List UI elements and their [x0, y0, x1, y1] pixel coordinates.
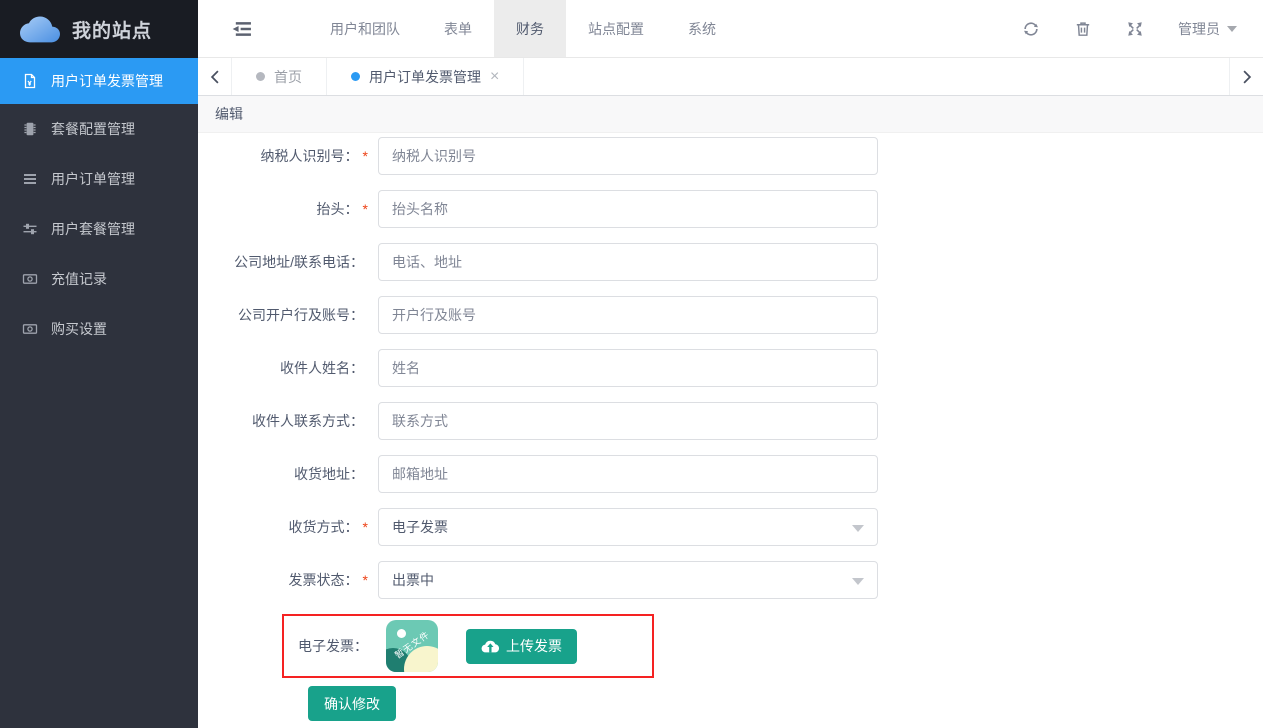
- topbar-actions: 管理员: [1022, 0, 1263, 57]
- bank-account-input[interactable]: [378, 296, 878, 334]
- field-label: 公司开户行及账号：: [238, 305, 364, 325]
- tab-scroll-right-icon[interactable]: [1229, 58, 1263, 95]
- page-title: 编辑: [215, 104, 243, 124]
- form-row-bank-account: 公司开户行及账号：: [198, 296, 1263, 334]
- breadcrumb: 编辑: [198, 96, 1263, 133]
- package-config-icon: [22, 121, 38, 137]
- tab-scroll-left-icon[interactable]: [198, 58, 232, 95]
- top-nav-system[interactable]: 系统: [666, 0, 738, 57]
- topbar: 用户和团队 表单 财务 站点配置 系统: [198, 0, 1263, 58]
- invoice-title-input[interactable]: [378, 190, 878, 228]
- cloud-logo-icon: [20, 15, 60, 43]
- form-row-invoice-title: 抬头：*: [198, 190, 1263, 228]
- edit-form: 纳税人识别号：* 抬头：* 公司地址/联系电话： 公司开户行及账号： 收件人姓名…: [198, 133, 1263, 728]
- field-label: 收件人联系方式：: [252, 411, 364, 431]
- tab-status-dot: [351, 72, 360, 81]
- top-nav-site-config[interactable]: 站点配置: [566, 0, 666, 57]
- delivery-method-select[interactable]: 电子发票: [378, 508, 878, 546]
- company-address-input[interactable]: [378, 243, 878, 281]
- recipient-name-input[interactable]: [378, 349, 878, 387]
- form-row-company-address: 公司地址/联系电话：: [198, 243, 1263, 281]
- confirm-changes-button[interactable]: 确认修改: [308, 686, 396, 721]
- top-nav: 用户和团队 表单 财务 站点配置 系统: [308, 0, 738, 57]
- form-row-delivery-address: 收货地址：: [198, 455, 1263, 493]
- site-logo[interactable]: 我的站点: [0, 0, 198, 58]
- sidebar-item-recharge-records[interactable]: 充值记录: [0, 254, 198, 304]
- tabbar: 首页 用户订单发票管理 ×: [198, 58, 1263, 96]
- invoice-file-thumbnail[interactable]: 暂无文件: [386, 620, 438, 672]
- main-area: 用户和团队 表单 财务 站点配置 系统: [198, 0, 1263, 728]
- top-nav-forms[interactable]: 表单: [422, 0, 494, 57]
- chevron-down-icon: [1227, 26, 1237, 32]
- form-row-delivery-method: 收货方式：* 电子发票: [198, 508, 1263, 546]
- sidebar-item-label: 充值记录: [51, 269, 107, 289]
- required-mark: *: [363, 572, 368, 588]
- field-label: 纳税人识别号：: [261, 146, 359, 166]
- sidebar-collapse-icon[interactable]: [216, 0, 268, 57]
- sidebar-menu: 用户订单发票管理 套餐配置管理: [0, 58, 198, 354]
- form-row-invoice-status: 发票状态：* 出票中: [198, 561, 1263, 599]
- taxpayer-id-input[interactable]: [378, 137, 878, 175]
- site-title: 我的站点: [72, 16, 152, 43]
- select-value: 出票中: [392, 570, 434, 590]
- tab-label: 首页: [274, 67, 302, 87]
- field-label: 发票状态：: [289, 570, 359, 590]
- sidebar-item-purchase-settings[interactable]: 购买设置: [0, 304, 198, 354]
- sidebar-item-label: 用户套餐管理: [51, 219, 135, 239]
- recipient-contact-input[interactable]: [378, 402, 878, 440]
- top-nav-users-teams[interactable]: 用户和团队: [308, 0, 422, 57]
- invoice-file-icon: [22, 73, 38, 89]
- order-list-icon: [22, 171, 38, 187]
- tab-status-dot: [256, 72, 265, 81]
- sidebar-item-label: 套餐配置管理: [51, 119, 135, 139]
- sliders-icon: [22, 221, 38, 237]
- field-label: 电子发票：: [292, 636, 368, 656]
- upload-invoice-button[interactable]: 上传发票: [466, 629, 577, 664]
- required-mark: *: [363, 519, 368, 535]
- field-label: 收货地址：: [294, 464, 364, 484]
- upload-button-label: 上传发票: [506, 636, 562, 656]
- sidebar: 我的站点 用户订单发票管理: [0, 0, 198, 728]
- sidebar-item-invoice-management[interactable]: 用户订单发票管理: [0, 58, 198, 104]
- sidebar-item-label: 用户订单发票管理: [51, 71, 163, 91]
- cloud-upload-icon: [481, 639, 499, 653]
- top-nav-finance[interactable]: 财务: [494, 0, 566, 57]
- banknote-icon: [22, 321, 38, 337]
- sidebar-item-order-management[interactable]: 用户订单管理: [0, 154, 198, 204]
- select-value: 电子发票: [392, 517, 448, 537]
- refresh-icon[interactable]: [1022, 20, 1040, 38]
- sidebar-item-package-config[interactable]: 套餐配置管理: [0, 104, 198, 154]
- field-label: 收件人姓名：: [280, 358, 364, 378]
- tab-home[interactable]: 首页: [232, 58, 327, 95]
- form-row-taxpayer-id: 纳税人识别号：*: [198, 137, 1263, 175]
- chevron-down-icon: [852, 525, 864, 532]
- expand-icon[interactable]: [1126, 20, 1144, 38]
- required-mark: *: [363, 201, 368, 217]
- app-window: 我的站点 用户订单发票管理: [0, 0, 1263, 728]
- trash-icon[interactable]: [1074, 20, 1092, 38]
- close-icon[interactable]: ×: [490, 69, 499, 85]
- required-mark: *: [363, 148, 368, 164]
- field-label: 抬头：: [317, 199, 359, 219]
- field-label: 公司地址/联系电话：: [234, 252, 364, 272]
- form-row-recipient-contact: 收件人联系方式：: [198, 402, 1263, 440]
- form-row-recipient-name: 收件人姓名：: [198, 349, 1263, 387]
- tab-label: 用户订单发票管理: [369, 67, 481, 87]
- delivery-address-input[interactable]: [378, 455, 878, 493]
- admin-user-menu[interactable]: 管理员: [1178, 19, 1237, 39]
- field-label: 收货方式：: [289, 517, 359, 537]
- thumbnail-decor-dot: [397, 629, 406, 638]
- sidebar-item-label: 购买设置: [51, 319, 107, 339]
- chevron-down-icon: [852, 578, 864, 585]
- sidebar-item-user-package[interactable]: 用户套餐管理: [0, 204, 198, 254]
- e-invoice-upload-highlight-box: 电子发票： 暂无文件 上传发票: [282, 614, 654, 678]
- banknote-icon: [22, 271, 38, 287]
- sidebar-item-label: 用户订单管理: [51, 169, 135, 189]
- admin-user-label: 管理员: [1178, 19, 1220, 39]
- tab-invoice-management[interactable]: 用户订单发票管理 ×: [327, 58, 524, 95]
- invoice-status-select[interactable]: 出票中: [378, 561, 878, 599]
